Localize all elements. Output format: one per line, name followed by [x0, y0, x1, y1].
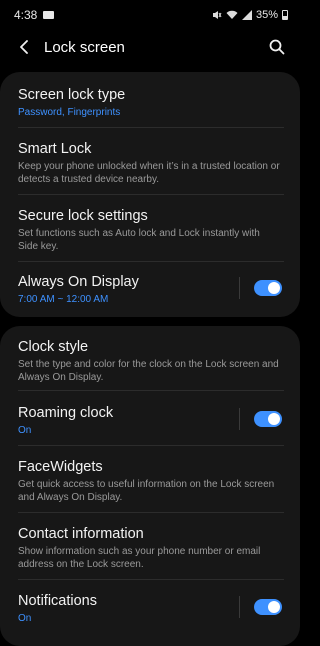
divider	[18, 512, 284, 513]
contact-information-item[interactable]: Contact information Show information suc…	[18, 525, 300, 573]
divider	[18, 390, 284, 391]
status-bar: 4:38 35%	[0, 0, 300, 30]
divider	[18, 261, 284, 262]
roaming-clock-toggle-area	[239, 408, 282, 430]
item-subtitle: Password, Fingerprints	[18, 107, 121, 118]
divider	[18, 445, 284, 446]
vertical-divider	[239, 408, 240, 430]
mute-icon	[212, 11, 222, 19]
battery-percent: 35%	[255, 9, 278, 21]
divider	[18, 579, 284, 580]
status-time: 4:38	[14, 8, 38, 22]
signal-icon	[241, 10, 252, 20]
toggle-knob	[268, 282, 280, 294]
divider	[18, 194, 284, 195]
item-subtitle: Keep your phone unlocked when it’s in a …	[18, 161, 280, 185]
item-title: FaceWidgets	[18, 459, 103, 475]
vertical-divider	[239, 277, 240, 299]
secure-lock-settings-item[interactable]: Secure lock settings Set functions such …	[18, 207, 300, 255]
toggle-knob	[268, 413, 280, 425]
smart-lock-item[interactable]: Smart Lock Keep your phone unlocked when…	[18, 140, 300, 188]
wifi-icon	[226, 10, 238, 19]
item-title: Secure lock settings	[18, 208, 148, 224]
item-subtitle: Show information such as your phone numb…	[18, 546, 261, 570]
app-bar: Lock screen	[0, 30, 300, 64]
roaming-clock-toggle[interactable]	[254, 411, 282, 427]
always-on-display-toggle-area	[239, 277, 282, 299]
notifications-toggle[interactable]	[254, 599, 282, 615]
item-title: Smart Lock	[18, 141, 92, 157]
page-title: Lock screen	[44, 38, 125, 56]
status-icons: 35%	[212, 9, 288, 21]
item-subtitle: Set the type and color for the clock on …	[18, 359, 279, 383]
search-button[interactable]	[268, 38, 286, 56]
screen-lock-type-item[interactable]: Screen lock type Password, Fingerprints	[18, 86, 300, 126]
item-subtitle: Get quick access to useful information o…	[18, 479, 275, 503]
vertical-divider	[239, 596, 240, 618]
back-arrow-icon	[20, 40, 28, 54]
item-subtitle: Set functions such as Auto lock and Lock…	[18, 228, 260, 252]
search-icon	[269, 39, 285, 55]
settings-group-display: Clock style Set the type and color for t…	[0, 326, 300, 646]
divider	[18, 127, 284, 128]
mail-icon	[43, 11, 55, 19]
always-on-display-toggle[interactable]	[254, 280, 282, 296]
item-title: Clock style	[18, 339, 89, 355]
notifications-toggle-area	[239, 596, 282, 618]
clock-style-item[interactable]: Clock style Set the type and color for t…	[18, 338, 300, 386]
settings-group-security: Screen lock type Password, Fingerprints …	[0, 72, 300, 317]
toggle-knob	[268, 601, 280, 613]
back-button[interactable]	[12, 35, 36, 59]
item-title: Contact information	[18, 526, 144, 542]
facewidgets-item[interactable]: FaceWidgets Get quick access to useful i…	[18, 458, 300, 506]
battery-icon	[282, 10, 288, 20]
item-title: Screen lock type	[18, 87, 126, 103]
